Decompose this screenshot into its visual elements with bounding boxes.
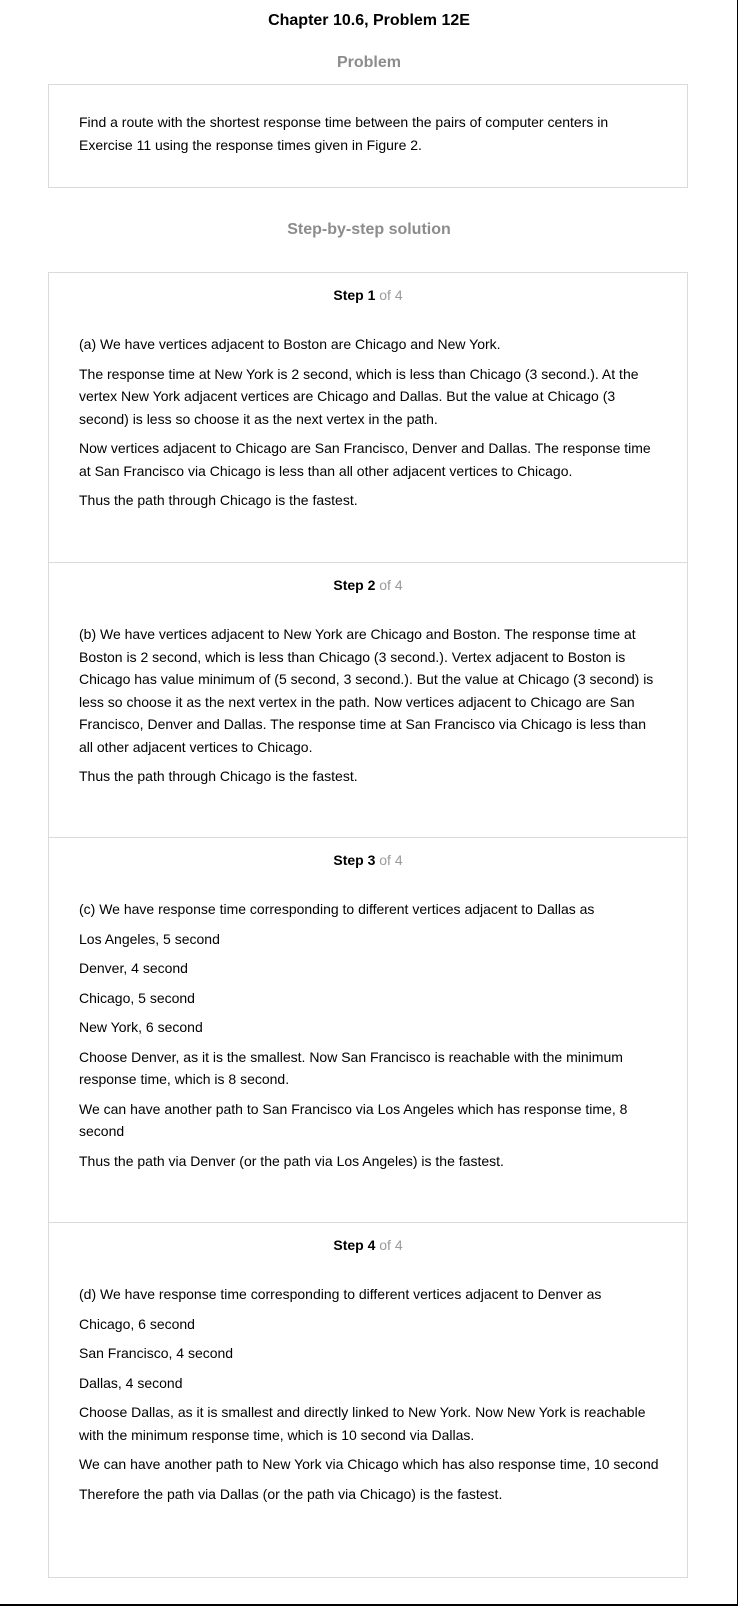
step-total: of 4 — [379, 852, 403, 868]
step-paragraph: Thus the path through Chicago is the fas… — [79, 768, 358, 784]
step-total: of 4 — [379, 1237, 403, 1253]
step-number: Step 1 — [333, 287, 376, 303]
step-paragraph: Choose Dallas, as it is smallest and dir… — [79, 1404, 646, 1443]
step-body: (d) We have response time corresponding … — [79, 1283, 659, 1512]
step-total: of 4 — [379, 577, 403, 593]
step-3: Step 3 of 4 (c) We have response time co… — [49, 838, 687, 1223]
problem-text: Find a route with the shortest response … — [79, 114, 609, 153]
step-header: Step 3 of 4 — [49, 852, 687, 868]
step-paragraph: Thus the path through Chicago is the fas… — [79, 492, 358, 508]
step-paragraph: We can have another path to New York via… — [79, 1456, 659, 1472]
step-header: Step 2 of 4 — [49, 577, 687, 593]
solution-heading: Step-by-step solution — [287, 221, 451, 238]
problem-box: Find a route with the shortest response … — [48, 84, 688, 188]
step-paragraph: Chicago, 6 second — [79, 1315, 195, 1332]
solution-steps: Step 1 of 4 (a) We have vertices adjacen… — [48, 272, 688, 1578]
step-header: Step 4 of 4 — [49, 1237, 687, 1253]
step-paragraph: (b) We have vertices adjacent to New Yor… — [79, 626, 654, 755]
step-1: Step 1 of 4 (a) We have vertices adjacen… — [49, 273, 687, 563]
step-paragraph: (c) We have response time corresponding … — [79, 901, 595, 917]
step-body: (b) We have vertices adjacent to New Yor… — [79, 623, 659, 795]
step-paragraph: Choose Denver, as it is the smallest. No… — [79, 1048, 623, 1088]
step-body: (c) We have response time corresponding … — [79, 898, 659, 1179]
step-paragraph: We can have another path to San Francisc… — [79, 1100, 628, 1140]
step-number: Step 4 — [333, 1237, 376, 1253]
step-total: of 4 — [379, 287, 403, 303]
step-paragraph: New York, 6 second — [79, 1019, 203, 1035]
step-paragraph: San Francisco, 4 second — [79, 1345, 234, 1361]
step-body: (a) We have vertices adjacent to Boston … — [79, 333, 659, 519]
step-4: Step 4 of 4 (d) We have response time co… — [49, 1223, 687, 1577]
step-paragraph: Dallas, 4 second — [79, 1374, 183, 1391]
step-paragraph: Thus the path via Denver (or the path vi… — [79, 1152, 504, 1169]
step-paragraph: (d) We have response time corresponding … — [79, 1286, 602, 1302]
step-paragraph: Chicago, 5 second — [79, 989, 195, 1006]
step-paragraph: Denver, 4 second — [79, 960, 188, 976]
step-paragraph: (a) We have vertices adjacent to Boston … — [79, 336, 501, 352]
problem-heading: Problem — [336, 54, 401, 71]
step-header: Step 1 of 4 — [49, 287, 687, 303]
step-number: Step 2 — [333, 577, 376, 593]
step-paragraph: Now vertices adjacent to Chicago are San… — [79, 440, 651, 479]
step-paragraph: Los Angeles, 5 second — [79, 930, 220, 947]
step-paragraph: The response time at New York is 2 secon… — [79, 365, 639, 427]
step-2: Step 2 of 4 (b) We have vertices adjacen… — [49, 563, 687, 838]
step-number: Step 3 — [333, 852, 376, 868]
page-title: Chapter 10.6, Problem 12E — [268, 12, 470, 29]
step-paragraph: Therefore the path via Dallas (or the pa… — [79, 1485, 503, 1502]
